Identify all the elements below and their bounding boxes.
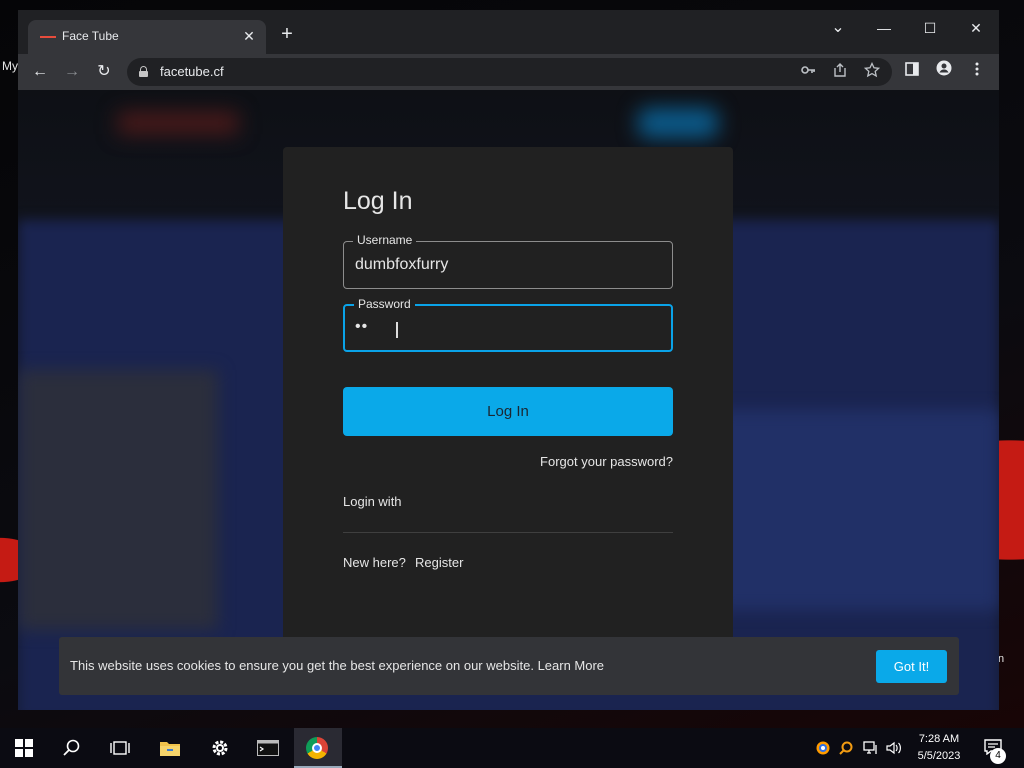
search-icon[interactable] [48, 728, 96, 768]
clock-date: 5/5/2023 [917, 750, 961, 762]
register-link[interactable]: Register [415, 555, 463, 570]
password-label: Password [354, 297, 415, 311]
settings-gear-icon[interactable] [196, 728, 244, 768]
start-button[interactable] [0, 728, 48, 768]
notification-count-badge: 4 [990, 748, 1006, 764]
tab-search-icon[interactable]: ⌄ [823, 16, 853, 40]
cookie-banner: This website uses cookies to ensure you … [59, 637, 959, 695]
cookie-message: This website uses cookies to ensure you … [70, 658, 534, 673]
cookie-text: This website uses cookies to ensure you … [70, 658, 604, 673]
minimize-button[interactable]: — [869, 16, 899, 40]
facetube-favicon-icon [40, 34, 56, 40]
new-here-label: New here? [343, 555, 406, 570]
browser-toolbar: ← → ↻ facetube.cf [18, 54, 999, 90]
chrome-taskbar-button[interactable] [294, 728, 342, 768]
lock-icon[interactable] [139, 66, 148, 77]
login-modal: Log In Username dumbfoxfurry Password ••… [283, 147, 733, 647]
close-window-button[interactable]: ✕ [961, 16, 991, 40]
profile-icon[interactable] [933, 60, 955, 84]
forward-button[interactable]: → [60, 60, 84, 84]
login-button[interactable]: Log In [343, 387, 673, 436]
volume-icon[interactable] [883, 728, 905, 768]
color-tray-icon[interactable] [812, 728, 834, 768]
divider [343, 532, 673, 533]
star-icon[interactable] [862, 61, 882, 81]
background-blur [638, 108, 718, 138]
password-input[interactable]: •• [355, 318, 368, 336]
forgot-password-link[interactable]: Forgot your password? [540, 454, 673, 469]
file-explorer-icon[interactable] [146, 728, 194, 768]
background-blur [18, 370, 218, 630]
taskbar: 7:28 AM 5/5/2023 4 [0, 728, 1024, 768]
address-url[interactable]: facetube.cf [160, 64, 224, 79]
terminal-icon[interactable] [244, 728, 292, 768]
side-panel-icon[interactable] [901, 60, 923, 84]
clock-time: 7:28 AM [918, 733, 960, 745]
back-button[interactable]: ← [28, 60, 52, 84]
reload-button[interactable]: ↻ [92, 60, 116, 84]
background-blur [718, 410, 999, 610]
network-icon[interactable] [860, 728, 882, 768]
text-cursor-icon [393, 322, 401, 338]
maximize-button[interactable]: ☐ [915, 16, 945, 40]
tab-close-icon[interactable]: ✕ [240, 27, 258, 45]
address-bar[interactable]: facetube.cf [127, 58, 892, 86]
login-with-label: Login with [343, 494, 402, 509]
page-content: Log In Username dumbfoxfurry Password ••… [18, 90, 999, 710]
search-tray-icon[interactable] [835, 728, 857, 768]
tab-title: Face Tube [62, 29, 119, 43]
username-input[interactable]: dumbfoxfurry [355, 256, 448, 274]
background-blur [118, 112, 238, 134]
new-tab-button[interactable]: + [276, 24, 298, 44]
browser-window: Face Tube ✕ + ⌄ — ☐ ✕ ← → ↻ facetube.cf [18, 10, 999, 710]
desktop-label-left: My [2, 59, 18, 73]
system-clock[interactable]: 7:28 AM 5/5/2023 [910, 731, 968, 765]
share-icon[interactable] [830, 62, 850, 81]
key-icon[interactable] [798, 62, 818, 81]
tab-bar: Face Tube ✕ + ⌄ — ☐ ✕ [18, 10, 999, 54]
login-title: Log In [343, 187, 413, 215]
menu-icon[interactable] [966, 60, 988, 84]
learn-more-link[interactable]: Learn More [538, 658, 604, 673]
username-label: Username [353, 233, 417, 247]
tab-facetube[interactable]: Face Tube ✕ [28, 20, 266, 54]
task-view-icon[interactable] [96, 728, 144, 768]
password-field[interactable]: Password •• [343, 297, 673, 352]
cookie-accept-button[interactable]: Got It! [876, 650, 947, 683]
chrome-icon [306, 737, 328, 759]
username-field[interactable]: Username dumbfoxfurry [343, 233, 673, 289]
